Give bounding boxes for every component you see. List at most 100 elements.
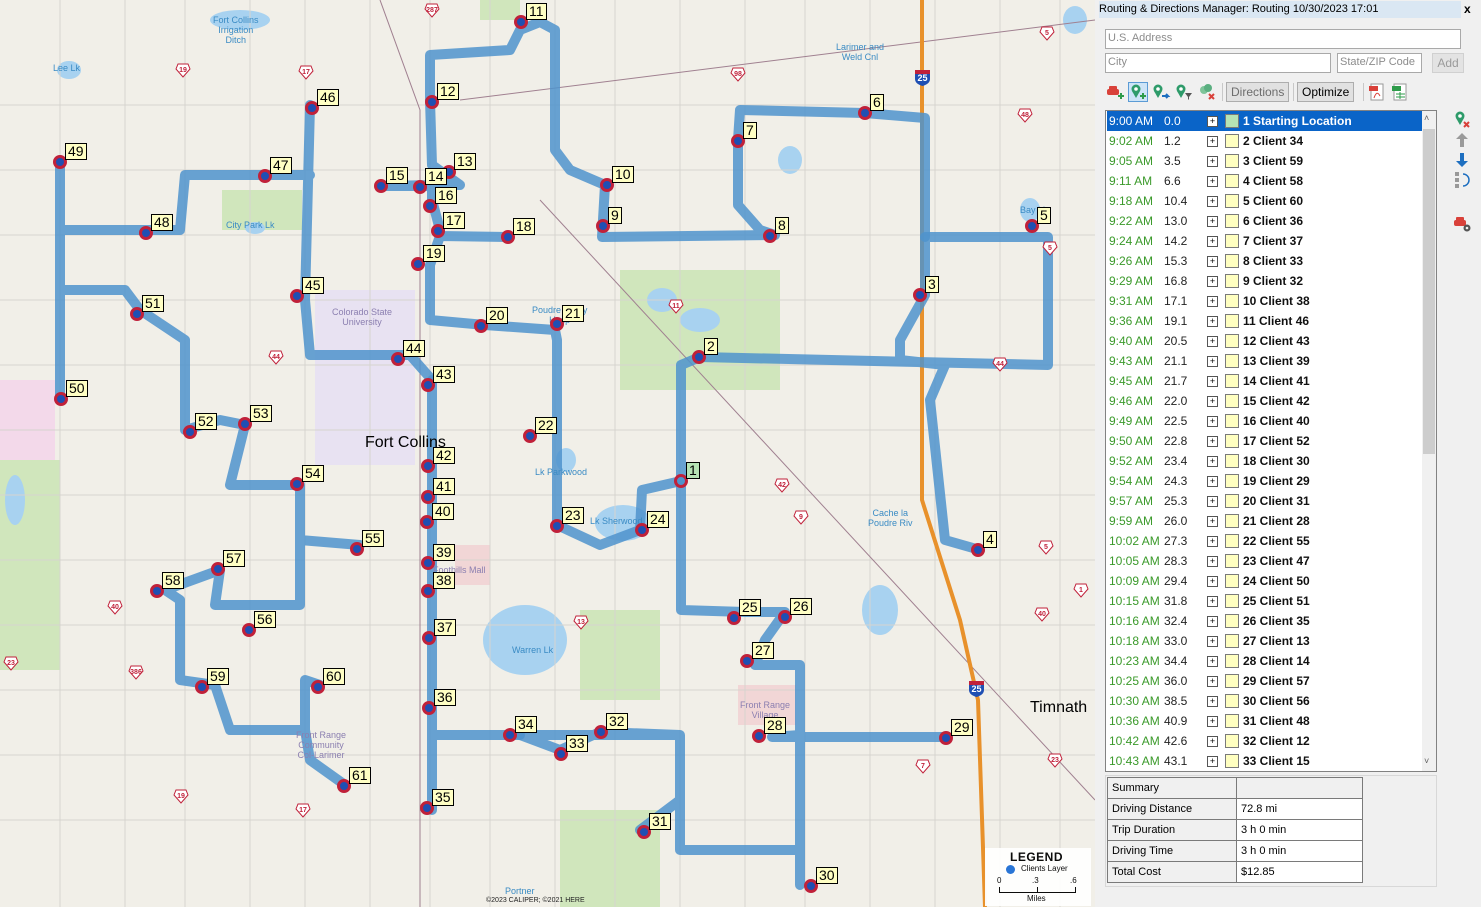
add-stop-icon[interactable] (1128, 82, 1148, 102)
expand-icon[interactable]: + (1207, 356, 1218, 367)
expand-icon[interactable]: + (1207, 176, 1218, 187)
stop-color-swatch[interactable] (1225, 694, 1239, 708)
stop-color-swatch[interactable] (1225, 454, 1239, 468)
stop-row[interactable]: 9:54 AM 24.3 +19 Client 29 (1107, 471, 1422, 491)
stop-row[interactable]: 10:25 AM 36.0 +29 Client 57 (1107, 671, 1422, 691)
stop-row[interactable]: 9:18 AM 10.4 +5 Client 60 (1107, 191, 1422, 211)
excel-export-icon[interactable] (1390, 82, 1410, 102)
stop-row[interactable]: 10:02 AM 27.3 +22 Client 55 (1107, 531, 1422, 551)
expand-icon[interactable]: + (1207, 236, 1218, 247)
stop-row[interactable]: 9:36 AM 19.1 +11 Client 46 (1107, 311, 1422, 331)
stop-color-swatch[interactable] (1225, 394, 1239, 408)
stop-color-swatch[interactable] (1225, 234, 1239, 248)
expand-icon[interactable]: + (1207, 476, 1218, 487)
remove-stops-icon[interactable] (1197, 82, 1217, 102)
stop-row[interactable]: 9:00 AM 0.0 +1 Starting Location (1107, 111, 1422, 131)
stop-color-swatch[interactable] (1225, 354, 1239, 368)
city-input[interactable]: City (1105, 53, 1331, 73)
stop-color-swatch[interactable] (1225, 494, 1239, 508)
stop-row[interactable]: 9:59 AM 26.0 +21 Client 28 (1107, 511, 1422, 531)
expand-icon[interactable]: + (1207, 756, 1218, 767)
stop-color-swatch[interactable] (1225, 154, 1239, 168)
stop-color-swatch[interactable] (1225, 374, 1239, 388)
stop-row[interactable]: 9:26 AM 15.3 +8 Client 33 (1107, 251, 1422, 271)
stop-row[interactable]: 10:18 AM 33.0 +27 Client 13 (1107, 631, 1422, 651)
expand-icon[interactable]: + (1207, 736, 1218, 747)
scrollbar-thumb[interactable] (1423, 129, 1435, 454)
route-stop-icon[interactable] (1151, 82, 1171, 102)
stop-color-swatch[interactable] (1225, 254, 1239, 268)
stop-color-swatch[interactable] (1225, 514, 1239, 528)
expand-icon[interactable]: + (1207, 296, 1218, 307)
stop-color-swatch[interactable] (1225, 614, 1239, 628)
stop-row[interactable]: 9:52 AM 23.4 +18 Client 30 (1107, 451, 1422, 471)
stop-color-swatch[interactable] (1225, 754, 1239, 768)
stops-list-scrollbar[interactable]: ˄ ˅ (1422, 111, 1436, 771)
directions-button[interactable]: Directions (1226, 82, 1290, 102)
expand-icon[interactable]: + (1207, 616, 1218, 627)
stop-color-swatch[interactable] (1225, 134, 1239, 148)
expand-icon[interactable]: + (1207, 116, 1218, 127)
stop-row[interactable]: 10:36 AM 40.9 +31 Client 48 (1107, 711, 1422, 731)
expand-icon[interactable]: + (1207, 656, 1218, 667)
stop-color-swatch[interactable] (1225, 414, 1239, 428)
move-down-icon[interactable] (1452, 150, 1472, 170)
expand-icon[interactable]: + (1207, 436, 1218, 447)
stop-color-swatch[interactable] (1225, 534, 1239, 548)
expand-icon[interactable]: + (1207, 276, 1218, 287)
stop-color-swatch[interactable] (1225, 734, 1239, 748)
stop-color-swatch[interactable] (1225, 714, 1239, 728)
stop-row[interactable]: 10:23 AM 34.4 +28 Client 14 (1107, 651, 1422, 671)
expand-icon[interactable]: + (1207, 696, 1218, 707)
stop-color-swatch[interactable] (1225, 634, 1239, 648)
stop-row[interactable]: 9:05 AM 3.5 +3 Client 59 (1107, 151, 1422, 171)
stop-row[interactable]: 10:05 AM 28.3 +23 Client 47 (1107, 551, 1422, 571)
add-vehicle-icon[interactable] (1105, 82, 1125, 102)
pdf-export-icon[interactable] (1367, 82, 1387, 102)
stop-row[interactable]: 10:09 AM 29.4 +24 Client 50 (1107, 571, 1422, 591)
move-up-icon[interactable] (1452, 130, 1472, 150)
expand-icon[interactable]: + (1207, 576, 1218, 587)
stop-row[interactable]: 10:30 AM 38.5 +30 Client 56 (1107, 691, 1422, 711)
expand-icon[interactable]: + (1207, 316, 1218, 327)
stop-row[interactable]: 9:22 AM 13.0 +6 Client 36 (1107, 211, 1422, 231)
state-zip-input[interactable]: State/ZIP Code (1337, 53, 1422, 73)
optimize-button[interactable]: Optimize (1297, 82, 1355, 102)
stop-row[interactable]: 9:02 AM 1.2 +2 Client 34 (1107, 131, 1422, 151)
stop-row[interactable]: 9:24 AM 14.2 +7 Client 37 (1107, 231, 1422, 251)
map-view[interactable]: Fort Collins Irrigation Ditch Lee Lk Lar… (0, 0, 1095, 907)
expand-icon[interactable]: + (1207, 456, 1218, 467)
stop-color-swatch[interactable] (1225, 334, 1239, 348)
expand-icon[interactable]: + (1207, 336, 1218, 347)
delete-stop-icon[interactable] (1452, 110, 1472, 130)
expand-icon[interactable]: + (1207, 136, 1218, 147)
expand-icon[interactable]: + (1207, 516, 1218, 527)
expand-icon[interactable]: + (1207, 676, 1218, 687)
stop-row[interactable]: 9:50 AM 22.8 +17 Client 52 (1107, 431, 1422, 451)
stop-row[interactable]: 9:45 AM 21.7 +14 Client 41 (1107, 371, 1422, 391)
expand-icon[interactable]: + (1207, 216, 1218, 227)
stop-color-swatch[interactable] (1225, 314, 1239, 328)
filter-stops-icon[interactable] (1174, 82, 1194, 102)
stop-color-swatch[interactable] (1225, 654, 1239, 668)
stop-row[interactable]: 9:40 AM 20.5 +12 Client 43 (1107, 331, 1422, 351)
expand-icon[interactable]: + (1207, 396, 1218, 407)
stops-list[interactable]: 9:00 AM 0.0 +1 Starting Location 9:02 AM 1.2… (1105, 110, 1437, 772)
expand-icon[interactable]: + (1207, 636, 1218, 647)
expand-icon[interactable]: + (1207, 556, 1218, 567)
stop-row[interactable]: 9:43 AM 21.1 +13 Client 39 (1107, 351, 1422, 371)
stop-row[interactable]: 10:42 AM 42.6 +32 Client 12 (1107, 731, 1422, 751)
add-button[interactable]: Add (1432, 53, 1464, 73)
stop-color-swatch[interactable] (1225, 274, 1239, 288)
address-input[interactable]: U.S. Address (1105, 29, 1461, 49)
stop-row[interactable]: 9:46 AM 22.0 +15 Client 42 (1107, 391, 1422, 411)
close-button[interactable]: x (1464, 2, 1471, 16)
stop-color-swatch[interactable] (1225, 674, 1239, 688)
stop-color-swatch[interactable] (1225, 434, 1239, 448)
reverse-order-icon[interactable] (1452, 170, 1472, 190)
expand-icon[interactable]: + (1207, 536, 1218, 547)
stop-color-swatch[interactable] (1225, 474, 1239, 488)
stop-row[interactable]: 9:11 AM 6.6 +4 Client 58 (1107, 171, 1422, 191)
expand-icon[interactable]: + (1207, 196, 1218, 207)
expand-icon[interactable]: + (1207, 416, 1218, 427)
